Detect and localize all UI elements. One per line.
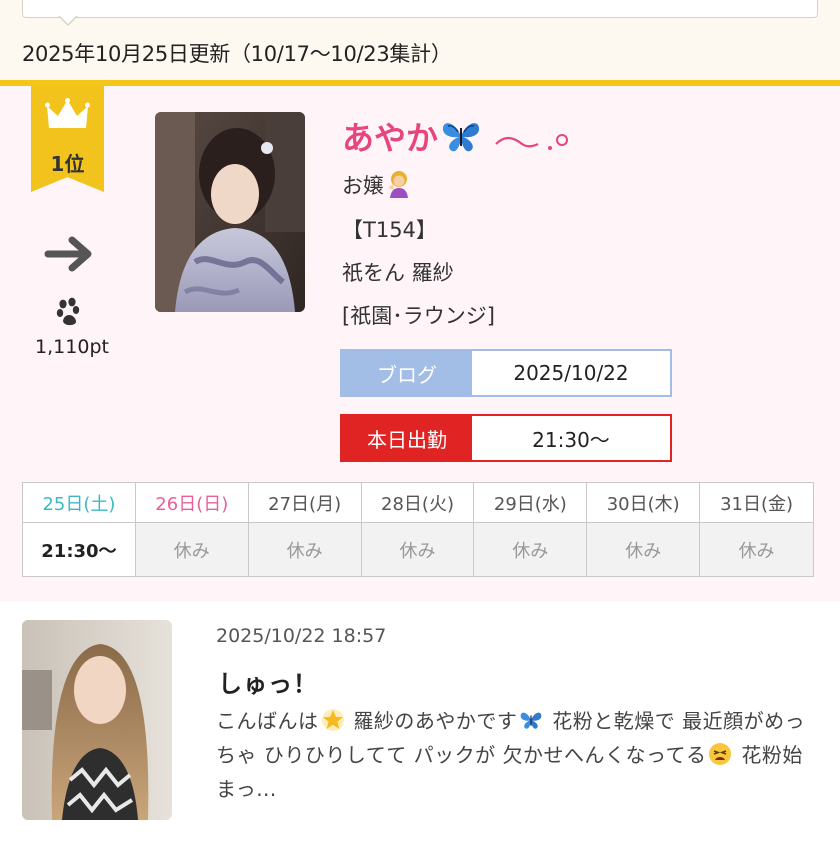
schedule-value: 休み	[587, 523, 701, 576]
schedule-value: 休み	[361, 523, 475, 576]
butterfly-icon	[442, 123, 480, 152]
crown-icon	[45, 98, 90, 128]
schedule-day: 28日(火)	[361, 483, 475, 523]
work-label: 本日出勤	[342, 416, 472, 460]
schedule-day: 27日(月)	[248, 483, 362, 523]
tired-face-icon	[709, 743, 732, 765]
schedule-day: 31日(金)	[700, 483, 813, 523]
blog-title[interactable]: しゅっ！	[218, 664, 318, 699]
schedule-day: 26日(日)	[135, 483, 249, 523]
search-box[interactable]	[22, 0, 818, 18]
butterfly-icon	[521, 712, 542, 729]
points-value: 1,110pt	[35, 336, 109, 358]
profile-name[interactable]: あやか	[342, 113, 438, 159]
schedule-value: 休み	[700, 523, 813, 576]
area-label: [祇園･ラウンジ]	[342, 304, 495, 328]
profile-name-row[interactable]: あやか	[342, 115, 578, 157]
shop-name[interactable]: 祇をん 羅紗	[342, 257, 454, 287]
arrow-right-icon	[44, 236, 92, 272]
tooltip-pointer	[58, 15, 78, 26]
rank-badge: 1位	[31, 86, 104, 192]
blog-date: 2025/10/22	[513, 361, 629, 385]
work-today: 本日出勤 21:30〜	[340, 414, 672, 462]
blog-text: こんばんは	[216, 709, 319, 733]
blog-datetime: 2025/10/22 18:57	[216, 625, 387, 647]
paw-icon	[56, 297, 80, 326]
schedule-value: 休み	[248, 523, 362, 576]
work-time: 21:30〜	[532, 427, 610, 452]
profile-type: お嬢	[342, 170, 412, 200]
schedule-value: 休み	[135, 523, 249, 576]
blog-excerpt[interactable]: こんばんは 羅紗のあやかです 花粉と乾燥で 最近顔がめっちゃ ひりひりしてて パ…	[216, 704, 816, 806]
woman-emoji-icon	[388, 171, 408, 198]
schedule-value: 休み	[474, 523, 588, 576]
blog-thumbnail[interactable]	[22, 620, 172, 820]
decoration-icon	[495, 134, 569, 150]
schedule-day: 30日(木)	[587, 483, 701, 523]
profile-height: 【T154】	[342, 218, 437, 242]
update-info: 2025年10月25日更新（10/17〜10/23集計）	[22, 42, 452, 66]
sparkle-star-icon	[321, 709, 344, 731]
schedule-table: 25日(土) 26日(日) 27日(月) 28日(火) 29日(水) 30日(木…	[22, 482, 814, 577]
blog-link[interactable]: ブログ 2025/10/22	[340, 349, 672, 397]
schedule-value: 21:30〜	[23, 523, 136, 576]
profile-photo[interactable]	[155, 112, 305, 312]
profile-type-text: お嬢	[342, 174, 384, 198]
schedule-day: 25日(土)	[23, 483, 136, 523]
blog-label: ブログ	[342, 351, 472, 395]
rank-label: 1位	[50, 152, 85, 176]
schedule-day: 29日(水)	[474, 483, 588, 523]
blog-text: 羅紗のあやかです	[346, 709, 518, 733]
